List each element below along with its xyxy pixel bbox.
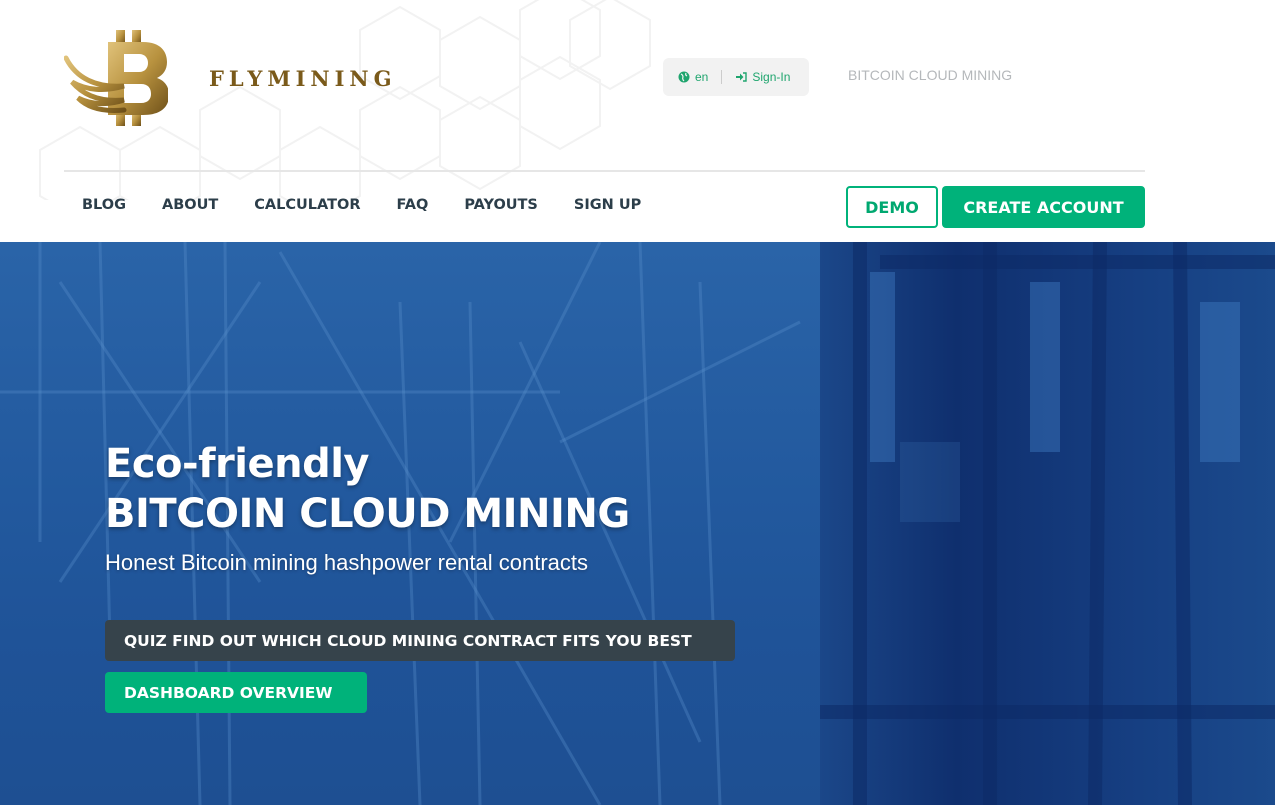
nav-item-faq[interactable]: FAQ [397, 197, 429, 213]
demo-button[interactable]: DEMO [846, 186, 938, 228]
dashboard-overview-button[interactable]: DASHBOARD OVERVIEW [105, 672, 367, 713]
brand-logo[interactable]: FLYMINING [64, 28, 392, 128]
language-selector[interactable]: en [695, 70, 708, 84]
brand-name: FLYMINING [209, 66, 397, 91]
hero-title-line-1: Eco-friendly [105, 441, 369, 487]
nav-item-calculator[interactable]: CALCULATOR [254, 197, 360, 213]
nav-item-about[interactable]: ABOUT [162, 197, 218, 213]
nav-item-blog[interactable]: BLOG [82, 197, 126, 213]
globe-icon [678, 71, 690, 83]
hero-title-line-2: BITCOIN CLOUD MINING [105, 491, 630, 537]
header-tagline: BITCOIN CLOUD MINING [848, 67, 1013, 83]
sign-in-icon [735, 71, 748, 83]
quiz-button[interactable]: QUIZ FIND OUT WHICH CLOUD MINING CONTRAC… [105, 620, 735, 661]
sign-in-link[interactable]: Sign-In [752, 70, 790, 84]
header-divider [64, 170, 1145, 172]
main-navigation: BLOG ABOUT CALCULATOR FAQ PAYOUTS SIGN U… [82, 197, 677, 213]
nav-item-sign-up[interactable]: SIGN UP [574, 197, 641, 213]
bitcoin-wing-logo-icon [64, 30, 168, 126]
hero-title: Eco-friendly BITCOIN CLOUD MINING [105, 439, 630, 539]
create-account-button[interactable]: CREATE ACCOUNT [942, 186, 1145, 228]
hero-subtitle: Honest Bitcoin mining hashpower rental c… [105, 550, 589, 575]
site-header: FLYMINING en Sign-In BITCOIN CLOUD MININ… [0, 0, 1275, 242]
hero-section: Eco-friendly BITCOIN CLOUD MINING Honest… [0, 242, 1275, 805]
divider [721, 70, 723, 84]
topbar-utility: en Sign-In [663, 58, 809, 96]
nav-item-payouts[interactable]: PAYOUTS [464, 197, 538, 213]
